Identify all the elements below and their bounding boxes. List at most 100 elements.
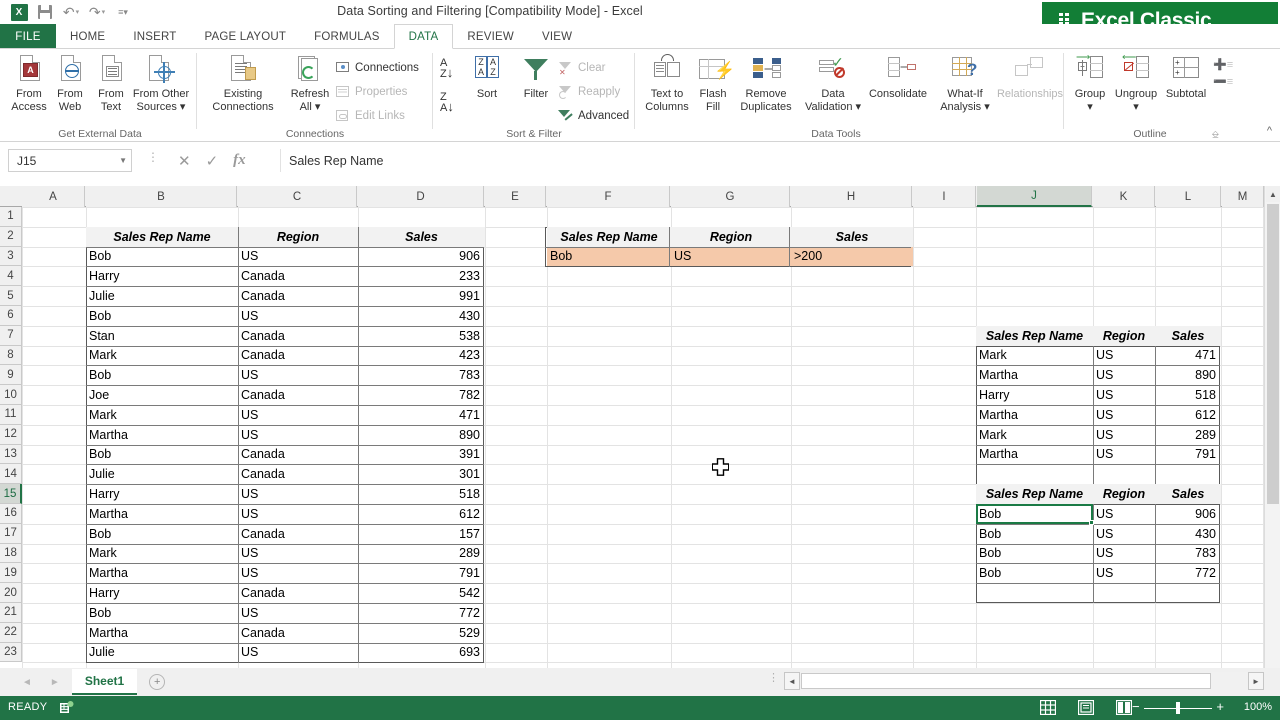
source-cell-name-19[interactable]: Martha [86,563,238,583]
result-top-cell-region-11[interactable]: US [1093,405,1155,425]
from-other-sources-button[interactable]: From Other Sources ▾ [123,53,199,113]
row-header-10[interactable]: 10 [0,385,22,405]
enter-icon[interactable]: ✓ [206,152,219,170]
result-top-cell-region-13[interactable]: US [1093,445,1155,465]
source-cell-name-10[interactable]: Joe [86,385,238,405]
data-validation-button[interactable]: ✓ Data Validation ▾ [802,53,864,113]
collapse-ribbon-icon[interactable]: ^ [1267,125,1272,137]
result-bottom-cell-name-17[interactable]: Bob [976,524,1093,544]
source-cell-sales-6[interactable]: 430 [358,306,485,326]
add-sheet-icon[interactable]: + [149,674,166,690]
row-header-3[interactable]: 3 [0,246,22,267]
result-bottom-cell-region-16[interactable]: US [1093,504,1155,524]
source-cell-name-6[interactable]: Bob [86,306,238,326]
source-cell-sales-13[interactable]: 391 [358,445,485,465]
zoom-in-icon[interactable]: + [1216,699,1224,714]
source-cell-name-4[interactable]: Harry [86,266,238,286]
source-cell-sales-5[interactable]: 991 [358,286,485,306]
result-bottom-cell-region-18[interactable]: US [1093,544,1155,564]
column-header-A[interactable]: A [22,186,85,207]
source-cell-sales-4[interactable]: 233 [358,266,485,286]
tab-view[interactable]: VIEW [528,24,586,49]
source-cell-sales-15[interactable]: 518 [358,484,485,504]
source-cell-region-17[interactable]: Canada [238,524,358,544]
criteria-header-region[interactable]: Region [671,226,791,247]
result-top-cell-name-8[interactable]: Mark [976,346,1093,366]
result-top-cell-name-11[interactable]: Martha [976,405,1093,425]
scroll-up-icon[interactable]: ▲ [1266,186,1280,202]
sort-descending-button[interactable]: Z A↓ [440,92,454,114]
result-bottom-cell-sales-16[interactable]: 906 [1155,504,1221,524]
source-cell-sales-21[interactable]: 772 [358,603,485,623]
result-bottom-cell-name-19[interactable]: Bob [976,563,1093,583]
row-header-18[interactable]: 18 [0,543,22,564]
source-cell-sales-11[interactable]: 471 [358,405,485,425]
source-cell-region-21[interactable]: US [238,603,358,623]
zoom-knob[interactable] [1176,702,1180,714]
result-top-cell-name-10[interactable]: Harry [976,385,1093,405]
row-header-14[interactable]: 14 [0,464,22,485]
row-header-9[interactable]: 9 [0,365,22,386]
source-cell-region-16[interactable]: US [238,504,358,524]
row-header-7[interactable]: 7 [0,325,22,346]
group-button[interactable]: ⟶ + Group▾ [1067,53,1113,113]
result-top-cell-sales-11[interactable]: 612 [1155,405,1221,425]
row-header-23[interactable]: 23 [0,642,22,663]
tab-insert[interactable]: INSERT [119,24,190,49]
row-header-13[interactable]: 13 [0,444,22,465]
vertical-scroll-thumb[interactable] [1267,204,1279,504]
source-cell-name-12[interactable]: Martha [86,425,238,445]
source-cell-name-23[interactable]: Julie [86,643,238,663]
row-header-12[interactable]: 12 [0,424,22,445]
result-top-cell-sales-10[interactable]: 518 [1155,385,1221,405]
tab-split-handle[interactable]: ⋮ [768,673,779,684]
row-header-19[interactable]: 19 [0,563,22,584]
column-header-D[interactable]: D [358,186,484,207]
result-bottom-header-name[interactable]: Sales Rep Name [976,484,1093,504]
source-cell-sales-17[interactable]: 157 [358,524,485,544]
source-cell-region-19[interactable]: US [238,563,358,583]
source-cell-region-12[interactable]: US [238,425,358,445]
criteria-value-name[interactable]: Bob [547,246,671,267]
row-header-11[interactable]: 11 [0,405,22,425]
source-cell-region-9[interactable]: US [238,365,358,385]
criteria-header-sales[interactable]: Sales [791,226,913,247]
row-header-16[interactable]: 16 [0,504,22,524]
row-header-1[interactable]: 1 [0,207,22,227]
result-bottom-header-region[interactable]: Region [1093,484,1155,504]
sort-button[interactable]: ZA AZ Sort [464,53,510,101]
source-cell-name-22[interactable]: Martha [86,623,238,643]
criteria-value-sales[interactable]: >200 [791,246,913,267]
connections-button[interactable]: Connections [333,57,419,78]
result-top-cell-sales-9[interactable]: 890 [1155,365,1221,385]
result-bottom-cell-name-18[interactable]: Bob [976,544,1093,564]
row-header-21[interactable]: 21 [0,603,22,623]
source-cell-name-16[interactable]: Martha [86,504,238,524]
source-cell-region-15[interactable]: US [238,484,358,504]
filter-button[interactable]: Filter [512,53,560,101]
page-layout-view-icon[interactable] [1077,699,1095,716]
source-cell-region-13[interactable]: Canada [238,445,358,465]
source-cell-sales-23[interactable]: 693 [358,643,485,663]
remove-duplicates-button[interactable]: ⟶ RemoveDuplicates [732,53,800,113]
ungroup-button[interactable]: ⟵ Ungroup ▾ [1111,53,1161,113]
vertical-scrollbar[interactable]: ▲ [1264,186,1280,668]
result-top-header-name[interactable]: Sales Rep Name [976,325,1093,346]
result-bottom-cell-sales-19[interactable]: 772 [1155,563,1221,583]
source-cell-region-20[interactable]: Canada [238,583,358,603]
result-top-cell-region-12[interactable]: US [1093,425,1155,445]
source-cell-name-5[interactable]: Julie [86,286,238,306]
advanced-filter-button[interactable]: Advanced [556,105,629,126]
column-header-F[interactable]: F [547,186,670,207]
source-cell-name-9[interactable]: Bob [86,365,238,385]
source-cell-region-22[interactable]: Canada [238,623,358,643]
source-cell-region-23[interactable]: US [238,643,358,663]
source-cell-name-11[interactable]: Mark [86,405,238,425]
zoom-slider[interactable]: − + [1132,699,1224,715]
tab-review[interactable]: REVIEW [453,24,528,49]
source-cell-region-10[interactable]: Canada [238,385,358,405]
source-cell-sales-16[interactable]: 612 [358,504,485,524]
tab-data[interactable]: DATA [393,24,454,49]
consolidate-button[interactable]: ⟶ Consolidate [862,53,934,101]
source-cell-sales-9[interactable]: 783 [358,365,485,385]
